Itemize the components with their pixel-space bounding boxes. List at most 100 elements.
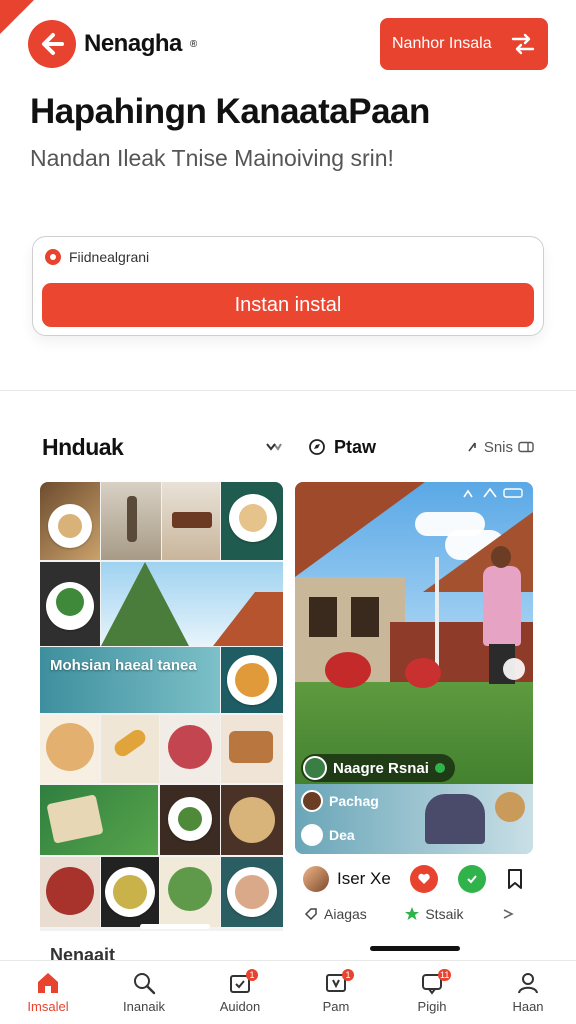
install-card: Fiidnealgrani Instan instal (32, 236, 544, 336)
tab-calendar[interactable]: 1 Auidon (192, 961, 288, 1024)
share-arrow-icon[interactable] (501, 907, 515, 921)
collage-tile (101, 562, 283, 646)
tab-badge: 1 (342, 969, 354, 981)
transfer-icon (511, 33, 535, 55)
tab-label: Inanaik (123, 999, 165, 1014)
header-cta-button[interactable]: Nanhor Insala (380, 18, 548, 70)
house-window (351, 597, 379, 637)
meta-left[interactable]: Aiagas (303, 906, 367, 922)
tab-chat[interactable]: 11 Pigih (384, 961, 480, 1024)
star-icon (405, 907, 420, 920)
sub-banner-title-row: Pachag (301, 790, 379, 812)
chevron-down-icon[interactable] (264, 441, 282, 453)
avatar (303, 756, 327, 780)
person-head (491, 546, 511, 568)
tag-icon (304, 908, 317, 921)
brand[interactable]: Nenagha ® (28, 20, 197, 68)
bookmark-icon[interactable] (505, 868, 525, 890)
home-indicator (370, 946, 460, 951)
collage-tile (40, 715, 100, 783)
collage-tile (40, 785, 158, 855)
tab-search[interactable]: Inanaik (96, 961, 192, 1024)
wifi-icon (483, 488, 497, 498)
tab-label: Pigih (417, 999, 447, 1014)
photo-caption[interactable]: Naagre Rsnai (301, 754, 455, 782)
info-dot-icon (45, 249, 61, 265)
collage-tile (101, 482, 161, 560)
tab-badge: 11 (438, 969, 452, 981)
collage-tile (160, 857, 220, 927)
post-action-row: Iser Xe (303, 862, 525, 896)
collage-tile (40, 857, 100, 927)
brand-trademark: ® (189, 38, 198, 50)
collage-tile (221, 482, 283, 560)
collage-tile (221, 715, 283, 783)
post-meta-row: Aiagas Stsaik (303, 902, 515, 926)
page-title: Hapahingn KanaataPaan (30, 92, 430, 131)
house-window (309, 597, 337, 637)
collage-tile (221, 647, 283, 713)
brand-logo-icon (28, 20, 76, 68)
meta-left-label: Aiagas (324, 906, 367, 922)
post-author-name: Iser Xe (337, 869, 391, 888)
sort-control[interactable]: Snis (467, 439, 534, 456)
tab-home[interactable]: Imsalel (0, 961, 96, 1024)
signal-icon (463, 489, 473, 498)
photo-sub-banner: Pachag Dea (295, 784, 533, 854)
sub-banner-title: Pachag (329, 793, 379, 809)
search-icon (134, 973, 156, 995)
roof-left (295, 482, 425, 577)
post-author[interactable]: Iser Xe (303, 866, 391, 892)
sort-icon (468, 442, 476, 452)
brand-name: Nenagha (84, 30, 182, 57)
right-section-heading[interactable]: Ptaw (308, 437, 376, 458)
sort-label: Snis (483, 438, 513, 456)
collage-tile (221, 857, 283, 927)
collage-tile (160, 785, 220, 855)
tab-profile[interactable]: Haan (480, 961, 576, 1024)
collage-tile (160, 715, 220, 783)
section-divider (0, 390, 576, 391)
like-button[interactable] (410, 865, 439, 893)
collage-tile (221, 785, 283, 855)
meta-right-label: Stsaik (425, 906, 464, 922)
install-button[interactable]: Instan instal (42, 283, 534, 327)
collage-tile (101, 857, 159, 927)
confirm-button[interactable] (457, 865, 486, 893)
avatar (303, 866, 329, 892)
compass-icon (309, 439, 325, 455)
avatar (301, 790, 323, 812)
photo-status-icons (463, 488, 525, 498)
tab-label: Haan (512, 999, 544, 1014)
heart-icon (418, 873, 430, 884)
layout-toggle-icon (518, 441, 534, 453)
collage-tile (162, 482, 220, 560)
battery-icon (503, 488, 523, 498)
left-section-header: Hnduak (42, 432, 282, 462)
flower-bush (325, 652, 371, 688)
bottom-tab-bar: Imsalel Inanaik 1 Auidon 1 Pam 11 Pigih … (0, 960, 576, 1024)
right-section-header: Ptaw Snis (308, 432, 534, 462)
tab-badge: 1 (246, 969, 258, 981)
featured-photo-card[interactable]: Naagre Rsnai Pachag Dea (295, 482, 533, 854)
install-note-text: Fiidnealgrani (69, 249, 150, 265)
food-bowl (495, 792, 525, 822)
play-circle-icon[interactable] (301, 824, 323, 846)
tab-label: Pam (322, 999, 350, 1014)
collage-tile (40, 482, 100, 560)
install-note: Fiidnealgrani (45, 249, 149, 265)
carousel-indicator (140, 924, 210, 929)
collage-tile (101, 715, 159, 783)
play-icon[interactable] (503, 658, 525, 680)
tab-video[interactable]: 1 Pam (288, 961, 384, 1024)
verified-dot-icon (434, 763, 445, 773)
flower-bush (405, 658, 441, 688)
app-header: Nenagha ® Nanhor Insala (28, 18, 548, 70)
collage-banner: Mohsian haeal tanea (40, 647, 220, 713)
meta-right[interactable]: Stsaik (404, 906, 463, 922)
right-section-title: Ptaw (334, 436, 377, 457)
check-icon (466, 875, 477, 884)
food-collage-card[interactable]: Mohsian haeal tanea (40, 482, 283, 940)
tab-label: Imsalel (27, 999, 69, 1014)
person-figure (425, 794, 485, 844)
